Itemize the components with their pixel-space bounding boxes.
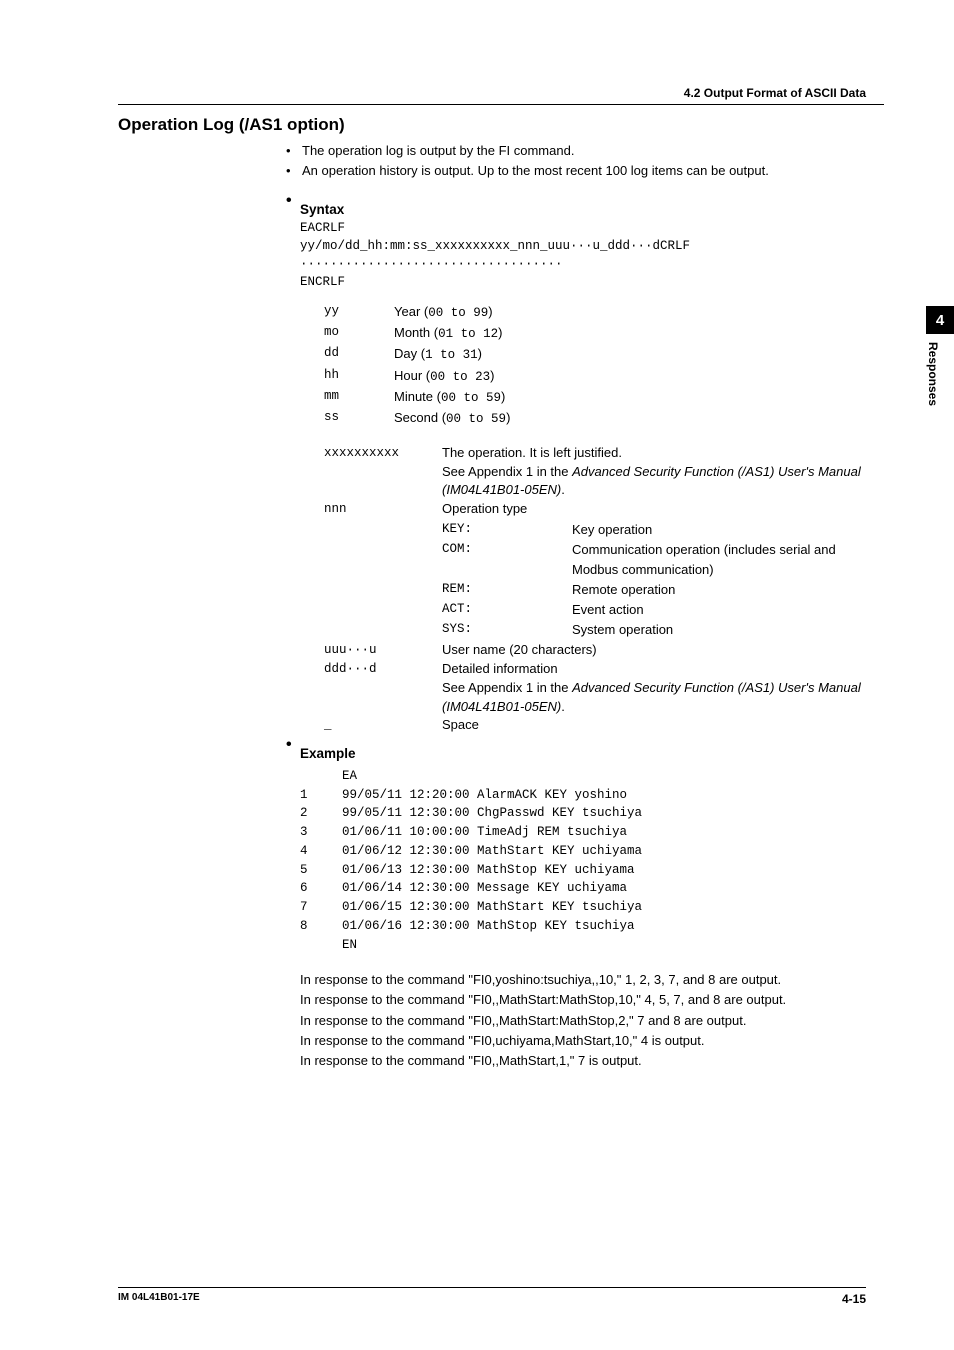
op-code: REM:: [442, 580, 572, 600]
ex-line: 99/05/11 12:30:00 ChgPasswd KEY tsuchiya: [342, 804, 642, 823]
field-desc: Space: [442, 716, 884, 735]
op-code: COM:: [442, 540, 572, 580]
field-desc: Second (00 to 59): [394, 408, 510, 429]
op-code: SYS:: [442, 620, 572, 640]
ex-num: 8: [300, 917, 342, 936]
ex-line: 01/06/11 10:00:00 TimeAdj REM tsuchiya: [342, 823, 627, 842]
op-desc: System operation: [572, 620, 673, 640]
footer-page-number: 4-15: [842, 1292, 866, 1306]
ex-num: 3: [300, 823, 342, 842]
field-key: xxxxxxxxxx: [324, 444, 442, 501]
op-code: ACT:: [442, 600, 572, 620]
ex-line: 01/06/13 12:30:00 MathStop KEY uchiyama: [342, 861, 635, 880]
field-key: uuu···u: [324, 641, 442, 660]
ex-line: 01/06/15 12:30:00 MathStart KEY tsuchiya: [342, 898, 642, 917]
intro-bullet-1: The operation log is output by the FI co…: [302, 141, 574, 161]
ex-num: [300, 767, 342, 786]
field-desc: Hour (00 to 23): [394, 366, 494, 387]
ex-num: [300, 936, 342, 955]
chapter-number: 4: [926, 306, 954, 334]
syntax-section: •Syntax EACRLF yy/mo/dd_hh:mm:ss_xxxxxxx…: [286, 192, 884, 736]
field-key: hh: [324, 366, 394, 387]
page: 4.2 Output Format of ASCII Data Operatio…: [0, 0, 954, 1350]
note: In response to the command "FI0,uchiyama…: [300, 1031, 884, 1051]
ex-num: 6: [300, 879, 342, 898]
ex-line: 01/06/16 12:30:00 MathStop KEY tsuchiya: [342, 917, 635, 936]
op-desc: Remote operation: [572, 580, 675, 600]
field-desc: Minute (00 to 59): [394, 387, 505, 408]
note: In response to the command "FI0,,MathSta…: [300, 1011, 884, 1031]
field-key: dd: [324, 344, 394, 365]
field-desc: User name (20 characters): [442, 641, 884, 660]
ex-num: 5: [300, 861, 342, 880]
ex-post: EN: [342, 936, 357, 955]
field-desc: Operation type: [442, 500, 884, 519]
intro-bullet-2: An operation history is output. Up to th…: [302, 161, 769, 181]
note: In response to the command "FI0,,MathSta…: [300, 1051, 884, 1071]
ex-line: 99/05/11 12:20:00 AlarmACK KEY yoshino: [342, 786, 627, 805]
example-section: •Example EA 199/05/11 12:20:00 AlarmACK …: [286, 736, 884, 1071]
syntax-line: yy/mo/dd_hh:mm:ss_xxxxxxxxxx_nnn_uuu···u…: [300, 237, 884, 255]
ex-num: 7: [300, 898, 342, 917]
bullet-dot: •: [286, 736, 300, 754]
note: In response to the command "FI0,,MathSta…: [300, 990, 884, 1010]
field-key: mo: [324, 323, 394, 344]
field-desc: Detailed information See Appendix 1 in t…: [442, 660, 884, 717]
field-desc: The operation. It is left justified. See…: [442, 444, 884, 501]
footer-doc-id: IM 04L41B01-17E: [118, 1292, 200, 1306]
ex-num: 1: [300, 786, 342, 805]
note: In response to the command "FI0,yoshino:…: [300, 970, 884, 990]
field-key: nnn: [324, 500, 442, 519]
section-header: 4.2 Output Format of ASCII Data: [118, 86, 884, 105]
syntax-line: ENCRLF: [300, 273, 884, 291]
field-desc: Year (00 to 99): [394, 302, 493, 323]
op-desc: Communication operation (includes serial…: [572, 540, 884, 580]
syntax-heading: Syntax: [300, 202, 344, 217]
intro-bullets: •The operation log is output by the FI c…: [286, 141, 884, 180]
bullet-dot: •: [286, 141, 302, 161]
ex-num: 4: [300, 842, 342, 861]
field-key: ss: [324, 408, 394, 429]
field-key: yy: [324, 302, 394, 323]
op-desc: Key operation: [572, 520, 652, 540]
syntax-line: EACRLF: [300, 219, 884, 237]
syntax-line: ···································: [300, 255, 884, 273]
example-notes: In response to the command "FI0,yoshino:…: [300, 970, 884, 1071]
bullet-dot: •: [286, 161, 302, 181]
ex-pre: EA: [342, 767, 357, 786]
field-key: _: [324, 716, 442, 735]
ex-num: 2: [300, 804, 342, 823]
page-footer: IM 04L41B01-17E 4-15: [118, 1287, 866, 1306]
field-key: mm: [324, 387, 394, 408]
field-desc: Day (1 to 31): [394, 344, 482, 365]
field-desc: Month (01 to 12): [394, 323, 502, 344]
chapter-label: Responses: [926, 334, 940, 406]
ex-line: 01/06/12 12:30:00 MathStart KEY uchiyama: [342, 842, 642, 861]
example-heading: Example: [300, 746, 356, 761]
bullet-dot: •: [286, 192, 300, 210]
op-desc: Event action: [572, 600, 644, 620]
field-key: ddd···d: [324, 660, 442, 717]
side-tab: 4 Responses: [926, 306, 954, 406]
ex-line: 01/06/14 12:30:00 Message KEY uchiyama: [342, 879, 627, 898]
op-code: KEY:: [442, 520, 572, 540]
page-title: Operation Log (/AS1 option): [118, 115, 884, 135]
